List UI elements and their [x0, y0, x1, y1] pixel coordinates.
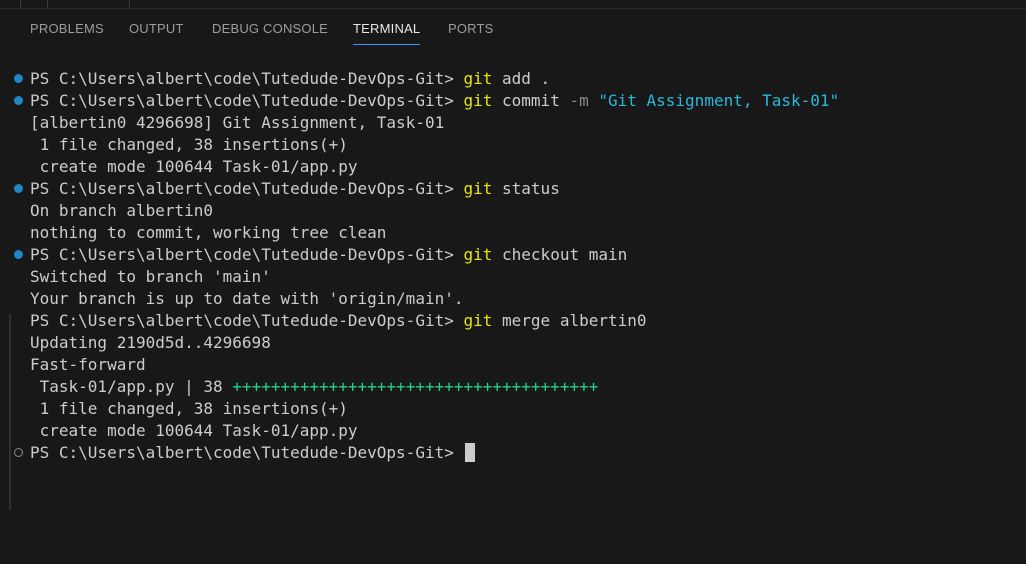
- terminal-current-prompt[interactable]: PS C:\Users\albert\code\Tutedude-DevOps-…: [30, 442, 476, 464]
- terminal-output-line: 1 file changed, 38 insertions(+): [30, 399, 348, 418]
- command-success-icon[interactable]: [14, 96, 23, 105]
- editor-bottom-edge: [0, 0, 1026, 9]
- tab-ports[interactable]: PORTS: [448, 21, 494, 36]
- terminal-output-line: Fast-forward: [30, 355, 146, 374]
- command-success-icon[interactable]: [14, 184, 23, 193]
- terminal-output-line: create mode 100644 Task-01/app.py: [30, 421, 358, 440]
- terminal-output-line: 1 file changed, 38 insertions(+): [30, 135, 348, 154]
- editor-edge-fragment: [20, 0, 21, 8]
- terminal-command-line: PS C:\Users\albert\code\Tutedude-DevOps-…: [30, 311, 647, 330]
- tab-problems[interactable]: PROBLEMS: [30, 21, 104, 36]
- command-success-icon[interactable]: [14, 250, 23, 259]
- terminal-command-line: PS C:\Users\albert\code\Tutedude-DevOps-…: [30, 69, 551, 88]
- editor-edge-fragment: [129, 0, 130, 8]
- command-highlight-bar: [9, 314, 11, 510]
- terminal-output-line: Switched to branch 'main': [30, 267, 271, 286]
- terminal-output-line: On branch albertin0: [30, 201, 214, 220]
- command-pending-icon[interactable]: [14, 448, 23, 457]
- terminal-command-line: PS C:\Users\albert\code\Tutedude-DevOps-…: [30, 179, 560, 198]
- terminal-cursor: [465, 443, 476, 462]
- terminal-output-line: nothing to commit, working tree clean: [30, 223, 387, 242]
- panel-tab-bar: PROBLEMS OUTPUT DEBUG CONSOLE TERMINAL P…: [0, 9, 1026, 47]
- tab-terminal[interactable]: TERMINAL: [353, 21, 421, 45]
- terminal-output[interactable]: PS C:\Users\albert\code\Tutedude-DevOps-…: [0, 68, 1026, 510]
- terminal-output-line: create mode 100644 Task-01/app.py: [30, 157, 358, 176]
- command-success-icon[interactable]: [14, 74, 23, 83]
- editor-edge-fragment: [47, 0, 48, 8]
- terminal-diffstat-line: Task-01/app.py | 38 ++++++++++++++++++++…: [30, 377, 599, 396]
- terminal-command-line: PS C:\Users\albert\code\Tutedude-DevOps-…: [30, 91, 840, 110]
- terminal-command-line: PS C:\Users\albert\code\Tutedude-DevOps-…: [30, 245, 628, 264]
- tab-output[interactable]: OUTPUT: [129, 21, 184, 36]
- tab-debug-console[interactable]: DEBUG CONSOLE: [212, 21, 328, 36]
- diffstat-insertions: ++++++++++++++++++++++++++++++++++++++: [232, 377, 599, 396]
- terminal-output-line: Updating 2190d5d..4296698: [30, 333, 271, 352]
- terminal-output-line: [albertin0 4296698] Git Assignment, Task…: [30, 113, 445, 132]
- terminal-output-line: Your branch is up to date with 'origin/m…: [30, 289, 464, 308]
